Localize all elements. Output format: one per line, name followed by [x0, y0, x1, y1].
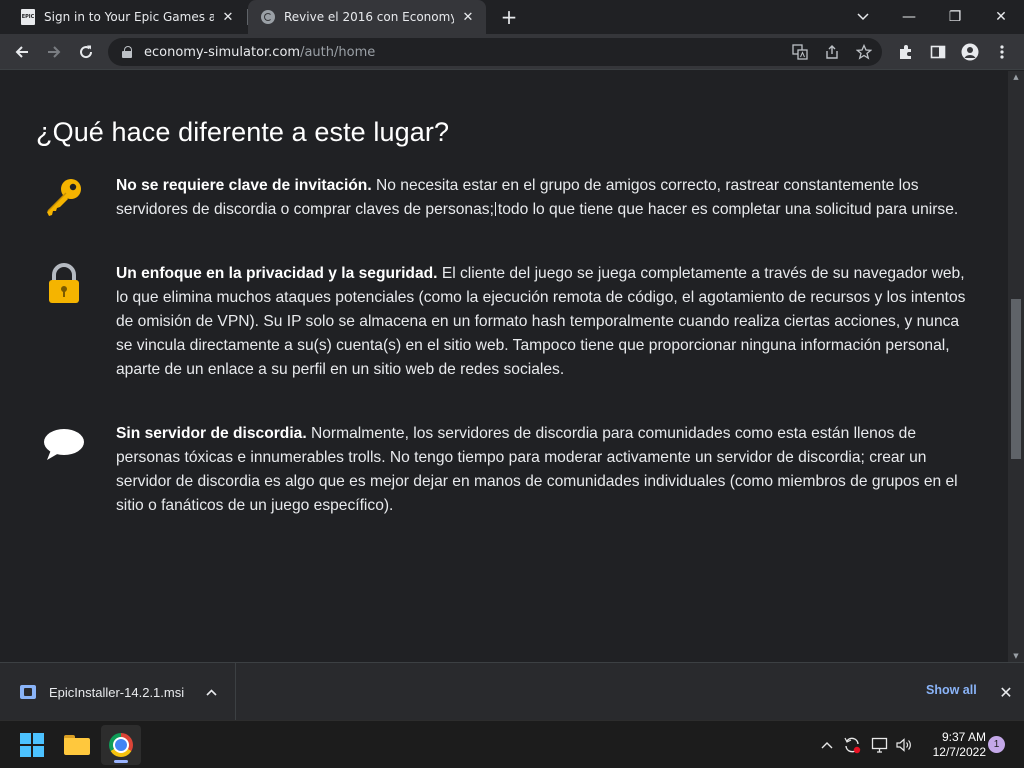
section-heading: ¿Qué hace diferente a este lugar?	[36, 117, 450, 147]
chevron-up-icon[interactable]	[199, 680, 223, 704]
speech-bubble-icon	[42, 422, 86, 466]
padlock-icon	[42, 262, 86, 306]
reload-icon	[80, 45, 93, 59]
windows-start-icon	[20, 733, 44, 757]
feature-body-continued: todo lo que tiene que hacer es completar…	[497, 201, 959, 218]
key-icon	[42, 176, 86, 220]
close-icon[interactable]: ✕	[994, 680, 1018, 704]
tab-strip: EPIC Sign in to Your Epic Games accou ✕ …	[0, 0, 1024, 34]
side-panel-icon	[930, 45, 946, 59]
more-vertical-icon	[1000, 45, 1004, 59]
arrow-right-icon	[48, 46, 61, 58]
tab-economy-simulator[interactable]: Revive el 2016 con EconomySimu ✕	[248, 0, 486, 34]
tab-search-button[interactable]	[840, 0, 886, 34]
puzzle-icon	[900, 45, 911, 59]
active-app-indicator	[114, 760, 128, 763]
feature-title: No se requiere clave de invitación.	[116, 177, 372, 194]
download-file-name: EpicInstaller-14.2.1.msi	[49, 684, 185, 700]
file-explorer-button[interactable]	[57, 725, 97, 765]
menu-button[interactable]	[988, 38, 1016, 66]
globe-icon	[260, 9, 276, 25]
address-bar[interactable]: economy-simulator.com/auth/home	[108, 38, 882, 66]
forward-button[interactable]	[40, 38, 68, 66]
file-explorer-icon	[64, 735, 90, 755]
vertical-scrollbar[interactable]: ▲ ▼	[1008, 71, 1024, 662]
close-window-button[interactable]: ✕	[978, 0, 1024, 34]
feature-description: Un enfoque en la privacidad y la segurid…	[116, 262, 978, 382]
bookmark-star-icon[interactable]	[856, 44, 872, 60]
minimize-button[interactable]: —	[886, 0, 932, 34]
scroll-up-icon[interactable]: ▲	[1008, 71, 1024, 83]
arrow-left-icon	[15, 46, 28, 58]
system-clock[interactable]: 9:37 AM 12/7/2022	[920, 730, 986, 760]
windows-taskbar: 9:37 AM 12/7/2022 1	[0, 720, 1024, 768]
volume-icon[interactable]	[894, 735, 914, 755]
chevron-down-icon	[857, 13, 869, 21]
download-shelf: EpicInstaller-14.2.1.msi Show all ✕	[0, 662, 1024, 721]
share-icon[interactable]	[824, 44, 840, 60]
page-viewport: ¿Qué hace diferente a este lugar? No se …	[0, 71, 1008, 662]
url-path: /auth/home	[300, 44, 376, 60]
chrome-icon	[109, 733, 133, 757]
chrome-taskbar-button[interactable]	[101, 725, 141, 765]
windows-start-button[interactable]	[12, 725, 52, 765]
profile-icon	[961, 43, 979, 61]
profile-button[interactable]	[956, 38, 984, 66]
scroll-down-icon[interactable]: ▼	[1008, 650, 1024, 662]
extensions-button[interactable]	[892, 38, 920, 66]
close-icon[interactable]: ✕	[220, 9, 236, 25]
tab-title: Revive el 2016 con EconomySimu	[284, 10, 454, 24]
close-icon[interactable]: ✕	[460, 9, 476, 25]
restore-button[interactable]: ❐	[932, 0, 978, 34]
clock-date: 12/7/2022	[932, 745, 986, 759]
clock-time: 9:37 AM	[941, 730, 986, 744]
back-button[interactable]	[8, 38, 36, 66]
feature-description: Sin servidor de discordia. Normalmente, …	[116, 422, 978, 518]
text-cursor-icon	[494, 202, 497, 216]
lock-icon[interactable]	[122, 46, 132, 58]
url-domain: economy-simulator.com	[144, 44, 301, 60]
translate-icon[interactable]	[792, 44, 808, 60]
feature-title: Sin servidor de discordia.	[116, 425, 307, 442]
epic-games-icon: EPIC	[20, 9, 36, 25]
reload-button[interactable]	[72, 38, 100, 66]
sync-icon[interactable]	[842, 735, 862, 755]
tab-epic-games[interactable]: EPIC Sign in to Your Epic Games accou ✕	[8, 0, 246, 34]
feature-title: Un enfoque en la privacidad y la segurid…	[116, 265, 438, 282]
network-icon[interactable]	[870, 735, 890, 755]
installer-file-icon	[20, 685, 36, 699]
side-panel-button[interactable]	[924, 38, 952, 66]
notification-badge[interactable]: 1	[988, 736, 1005, 753]
tab-title: Sign in to Your Epic Games accou	[44, 10, 214, 24]
new-tab-button[interactable]: +	[498, 5, 520, 29]
feature-description: No se requiere clave de invitación. No n…	[116, 174, 978, 222]
scrollbar-thumb[interactable]	[1011, 299, 1021, 459]
url-text: economy-simulator.com/auth/home	[144, 45, 375, 60]
show-all-downloads-link[interactable]: Show all	[916, 681, 987, 699]
browser-toolbar: economy-simulator.com/auth/home	[0, 34, 1024, 70]
chevron-up-icon[interactable]	[817, 735, 837, 755]
download-item[interactable]: EpicInstaller-14.2.1.msi	[0, 663, 236, 721]
epic-favicon-text: EPIC	[21, 9, 35, 25]
